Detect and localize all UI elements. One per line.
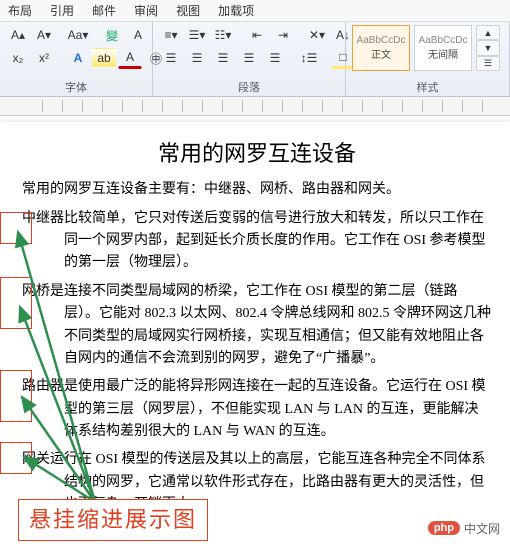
decrease-indent-button[interactable]: ⇤ — [245, 25, 269, 45]
style-no-spacing[interactable]: AaBbCcDc 无间隔 — [414, 25, 472, 71]
superscript-button[interactable]: x² — [32, 48, 56, 68]
annotation-box — [0, 370, 32, 422]
styles-scroll-up[interactable]: ▲ — [476, 25, 500, 40]
numbering-button[interactable]: ☰▾ — [185, 25, 209, 45]
styles-expand[interactable]: ☰ — [476, 56, 500, 71]
brand-text: 中文网 — [464, 520, 500, 537]
paragraph-intro: 常用的网罗互连设备主要有：中继器、网桥、路由器和网关。 — [22, 179, 492, 201]
doc-title: 常用的网罗互连设备 — [22, 136, 492, 171]
tab-layout[interactable]: 布局 — [8, 2, 32, 19]
highlight-button[interactable]: ab — [92, 48, 116, 68]
document-page: 常用的网罗互连设备 常用的网罗互连设备主要有：中继器、网桥、路由器和网关。 中继… — [0, 122, 510, 547]
clear-formatting-button[interactable]: A — [126, 25, 150, 45]
styles-scroll: ▲ ▼ ☰ — [476, 25, 488, 71]
tab-references[interactable]: 引用 — [50, 2, 74, 19]
style-normal[interactable]: AaBbCcDc 正文 — [352, 25, 410, 71]
font-group-label: 字体 — [6, 78, 146, 95]
paragraph-router: 路由器是使用最广泛的能将异形网连接在一起的互连设备。它运行在 OSI 模型的第三… — [22, 376, 492, 443]
font-color-button[interactable]: A — [118, 47, 142, 69]
shrink-font-button[interactable]: A▾ — [32, 25, 56, 45]
text-effects-button[interactable]: A — [66, 48, 90, 68]
tab-review[interactable]: 审阅 — [134, 2, 158, 19]
tab-mailings[interactable]: 邮件 — [92, 2, 116, 19]
paragraph-repeater: 中继器比较简单，它只对传送后变弱的信号进行放大和转发，所以只工作在同一个网罗内部… — [22, 208, 492, 275]
horizontal-ruler[interactable] — [0, 97, 510, 116]
ribbon: A▴ A▾ Aa▾ 變 A x₂ x² A ab A ㊥ 字体 ≡ — [0, 22, 510, 97]
align-justify-button[interactable]: ☰ — [237, 48, 261, 68]
align-distributed-button[interactable]: ☰ — [263, 48, 287, 68]
styles-scroll-down[interactable]: ▼ — [476, 40, 500, 55]
paragraph-group: ≡▾ ☰▾ ☷▾ ⇤ ⇥ ✕▾ A↓ ¶ ☰ ☰ ☰ ☰ ☰ ↕☰ □ — [153, 22, 346, 96]
align-center-button[interactable]: ☰ — [185, 48, 209, 68]
tab-view[interactable]: 视图 — [176, 2, 200, 19]
tab-addins[interactable]: 加载项 — [218, 2, 254, 19]
ribbon-tab-strip: 布局 引用 邮件 审阅 视图 加载项 — [0, 0, 510, 22]
watermark-brand: php 中文网 — [428, 520, 500, 537]
annotation-box — [0, 212, 32, 244]
asian-layout-button[interactable]: ✕▾ — [305, 25, 329, 45]
phonetic-guide-button[interactable]: 變 — [100, 25, 124, 45]
bullets-button[interactable]: ≡▾ — [159, 25, 183, 45]
align-left-button[interactable]: ☰ — [159, 48, 183, 68]
paragraph-group-label: 段落 — [159, 78, 339, 95]
multilevel-list-button[interactable]: ☷▾ — [211, 25, 235, 45]
annotation-caption: 悬挂缩进展示图 — [18, 499, 208, 540]
grow-font-button[interactable]: A▴ — [6, 25, 30, 45]
paragraph-bridge: 网桥是连接不同类型局域网的桥梁，它工作在 OSI 模型的第二层（链路层）。它能对… — [22, 281, 492, 371]
style-nospace-preview: AaBbCcDc — [419, 35, 468, 46]
subscript-button[interactable]: x₂ — [6, 48, 30, 68]
annotation-box — [0, 277, 32, 329]
align-right-button[interactable]: ☰ — [211, 48, 235, 68]
increase-indent-button[interactable]: ⇥ — [271, 25, 295, 45]
font-group: A▴ A▾ Aa▾ 變 A x₂ x² A ab A ㊥ 字体 — [0, 22, 153, 96]
annotation-box — [0, 442, 32, 474]
style-normal-label: 正文 — [371, 46, 391, 61]
styles-group: AaBbCcDc 正文 AaBbCcDc 无间隔 ▲ ▼ ☰ 样式 — [346, 22, 510, 96]
brand-logo: php — [428, 521, 460, 535]
styles-group-label: 样式 — [352, 78, 503, 95]
style-nospace-label: 无间隔 — [428, 46, 458, 61]
style-normal-preview: AaBbCcDc — [357, 35, 406, 46]
line-spacing-button[interactable]: ↕☰ — [297, 48, 321, 68]
change-case-button[interactable]: Aa▾ — [66, 25, 90, 45]
